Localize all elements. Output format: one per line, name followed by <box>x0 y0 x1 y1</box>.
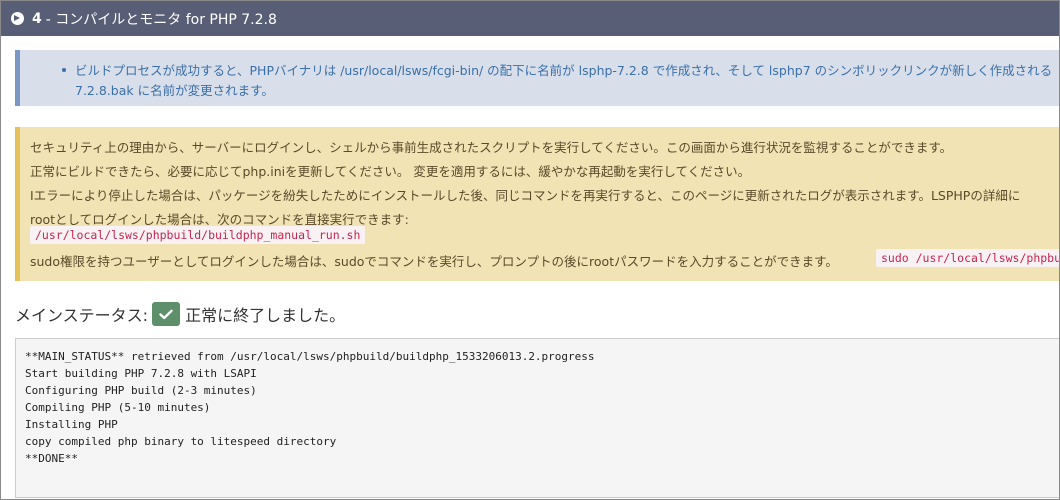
check-icon <box>152 302 181 326</box>
build-panel: 4 - コンパイルとモニタ for PHP 7.2.8 ビルドプロセスが成功する… <box>0 0 1060 500</box>
bullet-icon <box>62 68 66 72</box>
log-line: **MAIN_STATUS** retrieved from /usr/loca… <box>25 350 595 363</box>
log-line: Compiling PHP (5-10 minutes) <box>25 401 211 414</box>
info-alert: ビルドプロセスが成功すると、PHPバイナリは /usr/local/lsws/f… <box>15 50 1059 106</box>
section-header[interactable]: 4 - コンパイルとモニタ for PHP 7.2.8 <box>1 1 1059 36</box>
sudo-command-code[interactable]: sudo /usr/local/lsws/phpbuild/buildphp_m… <box>876 249 1059 267</box>
log-line: **DONE** <box>25 452 78 465</box>
main-status-label: メインステータス: <box>15 306 149 325</box>
root-command-code[interactable]: /usr/local/lsws/phpbuild/buildphp_manual… <box>30 226 366 244</box>
warning-text-line5: sudo権限を持つユーザーとしてログインした場合は、sudoでコマンドを実行し、… <box>30 254 838 269</box>
warning-alert: セキュリティ上の理由から、サーバーにログインし、シェルから事前生成されたスクリプ… <box>15 127 1059 281</box>
log-line: Configuring PHP build (2-3 minutes) <box>25 384 257 397</box>
step-number: 4 <box>32 10 42 27</box>
section-title: - コンパイルとモニタ for PHP 7.2.8 <box>45 11 277 28</box>
log-line: Start building PHP 7.2.8 with LSAPI <box>25 367 257 380</box>
warning-text-line3: Iエラーにより停止した場合は、パッケージを紛失したためにインストールした後、同じ… <box>30 188 1021 203</box>
info-text-line1: ビルドプロセスが成功すると、PHPバイナリは /usr/local/lsws/f… <box>75 63 1053 78</box>
warning-text-line1: セキュリティ上の理由から、サーバーにログインし、シェルから事前生成されたスクリプ… <box>30 140 953 155</box>
log-line: copy compiled php binary to litespeed di… <box>25 435 337 448</box>
main-status: メインステータス: 正常に終了しました。 <box>15 301 345 327</box>
arrow-circle-right-icon <box>11 12 24 25</box>
main-status-value: 正常に終了しました。 <box>185 306 346 325</box>
log-line: Installing PHP <box>25 418 118 431</box>
info-text-line2: 7.2.8.bak に名前が変更されます。 <box>75 83 274 98</box>
warning-text-line2: 正常にビルドできたら、必要に応じてphp.iniを更新してください。 変更を適用… <box>30 164 751 179</box>
build-log[interactable]: **MAIN_STATUS** retrieved from /usr/loca… <box>15 338 1059 498</box>
